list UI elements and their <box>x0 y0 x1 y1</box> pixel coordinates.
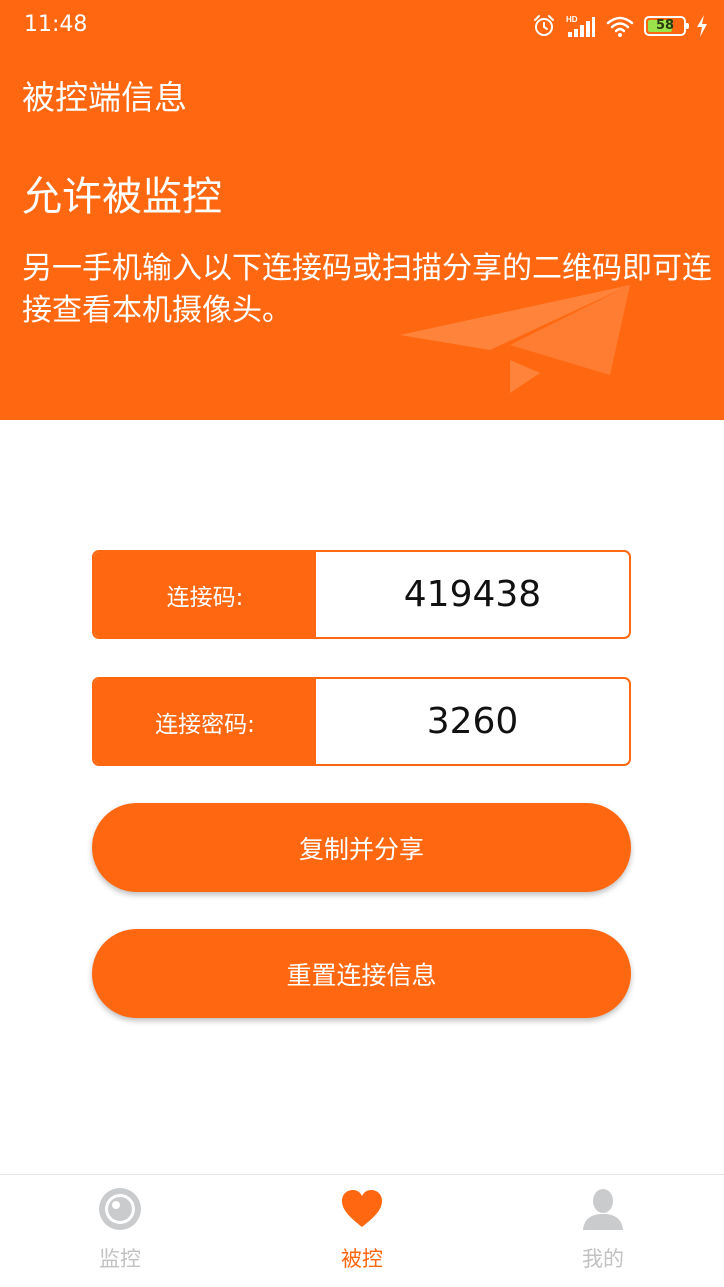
nav-tab-controlled[interactable]: 被控 <box>302 1175 422 1287</box>
connection-code-label: 连接码: <box>94 552 316 637</box>
wifi-icon <box>606 14 634 38</box>
alarm-icon <box>532 14 556 38</box>
heart-icon <box>342 1190 382 1227</box>
copy-and-share-button[interactable]: 复制并分享 <box>92 803 631 892</box>
nav-tab-mine[interactable]: 我的 <box>543 1175 663 1287</box>
user-icon <box>583 1189 623 1230</box>
hd-label: HD <box>566 15 578 24</box>
status-bar: 11:48 HD 58 <box>0 0 724 52</box>
camera-eye-icon <box>99 1188 141 1230</box>
app-title: 被控端信息 <box>22 78 187 117</box>
connection-password-field: 连接密码: 3260 <box>92 677 631 766</box>
status-time: 11:48 <box>24 12 88 37</box>
connection-code-value[interactable]: 419438 <box>316 552 629 637</box>
nav-label-controlled: 被控 <box>341 1247 383 1271</box>
battery-level: 58 <box>655 18 675 33</box>
connection-code-field: 连接码: 419438 <box>92 550 631 639</box>
nav-label-monitor: 监控 <box>99 1247 141 1271</box>
bottom-nav: 监控 被控 我的 <box>0 1174 724 1287</box>
headline: 允许被监控 <box>22 174 222 220</box>
connection-password-value[interactable]: 3260 <box>316 679 629 764</box>
nav-tab-monitor[interactable]: 监控 <box>60 1175 180 1287</box>
header-panel: 11:48 HD 58 被控端信息 允许被监控 另一手机输入以下连接码或扫描分享… <box>0 0 724 420</box>
reset-connection-button[interactable]: 重置连接信息 <box>92 929 631 1018</box>
connection-password-label: 连接密码: <box>94 679 316 764</box>
hd-signal-icon: HD <box>566 14 596 38</box>
instruction-text: 另一手机输入以下连接码或扫描分享的二维码即可连接查看本机摄像头。 <box>22 251 712 328</box>
battery-icon: 58 <box>644 16 689 36</box>
status-icons: HD 58 <box>532 12 708 40</box>
charging-icon <box>696 15 708 37</box>
nav-label-mine: 我的 <box>582 1247 624 1271</box>
